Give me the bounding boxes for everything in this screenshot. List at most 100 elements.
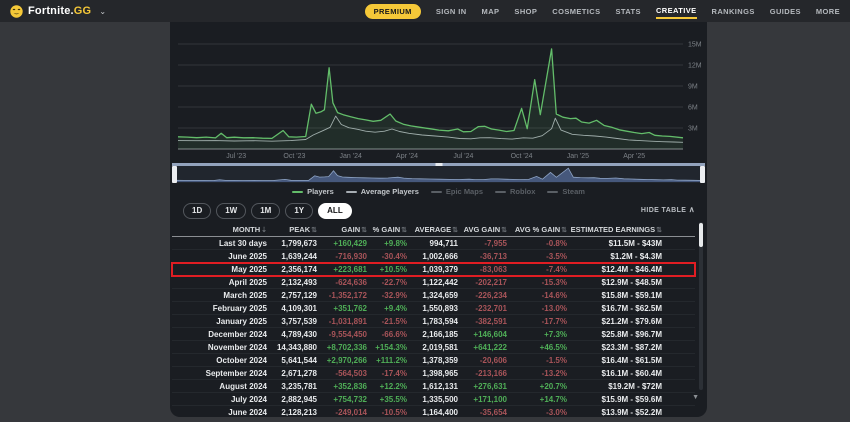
column-header-gain[interactable]: % GAIN⇅ xyxy=(367,225,407,234)
navigator-mini-chart xyxy=(172,166,705,183)
legend-item-roblox[interactable]: Roblox xyxy=(495,187,535,196)
cell-earnings: $25.8M - $96.7M xyxy=(567,330,662,339)
nav-item-cosmetics[interactable]: COSMETICS xyxy=(552,7,600,16)
table-row-january-2025[interactable]: January 20253,757,539-1,031,891-21.5%1,7… xyxy=(172,315,695,328)
column-header-gain[interactable]: GAIN⇅ xyxy=(317,225,367,234)
legend-item-epic-maps[interactable]: Epic Maps xyxy=(431,187,483,196)
table-row-june-2024[interactable]: June 20242,128,213-249,014-10.5%1,164,40… xyxy=(172,406,695,416)
cell-avg_gain: +171,100 xyxy=(458,395,507,404)
column-header-avg-gain[interactable]: AVG % GAIN⇅ xyxy=(507,225,567,234)
nav-item-shop[interactable]: SHOP xyxy=(514,7,537,16)
table-scrollbar-thumb[interactable] xyxy=(699,223,703,247)
cell-gain_pct: +35.5% xyxy=(367,395,407,404)
table-row-july-2024[interactable]: July 20242,882,945+754,732+35.5%1,335,50… xyxy=(172,393,695,406)
range-button-1d[interactable]: 1D xyxy=(183,203,211,219)
table-row-october-2024[interactable]: October 20245,641,544+2,970,266+111.2%1,… xyxy=(172,354,695,367)
table-row-august-2024[interactable]: August 20243,235,781+352,836+12.2%1,612,… xyxy=(172,380,695,393)
cell-average: 1,398,965 xyxy=(407,369,458,378)
cell-month: June 2024 xyxy=(192,408,267,417)
cell-average: 2,019,581 xyxy=(407,343,458,352)
column-header-estimated-earnings[interactable]: ESTIMATED EARNINGS⇅ xyxy=(567,225,662,234)
cell-gain_pct: -32.9% xyxy=(367,291,407,300)
x-axis-tick: Apr '25 xyxy=(623,153,645,160)
y-axis-tick: 3M xyxy=(688,126,698,133)
legend-dash-icon xyxy=(431,191,442,193)
cell-gain: -9,554,450 xyxy=(317,330,367,339)
range-button-all[interactable]: ALL xyxy=(318,203,352,219)
range-button-1w[interactable]: 1W xyxy=(216,203,246,219)
nav-item-map[interactable]: MAP xyxy=(482,7,500,16)
cell-avg_gain_pct: -0.8% xyxy=(507,239,567,248)
column-header-average[interactable]: AVERAGE⇅ xyxy=(407,225,458,234)
cell-avg_gain: +641,222 xyxy=(458,343,507,352)
cell-average: 2,166,185 xyxy=(407,330,458,339)
legend-item-steam[interactable]: Steam xyxy=(547,187,585,196)
legend-dash-icon xyxy=(495,191,506,193)
nav-item-guides[interactable]: GUIDES xyxy=(770,7,801,16)
cell-average: 1,335,500 xyxy=(407,395,458,404)
cell-gain_pct: +9.8% xyxy=(367,239,407,248)
table-row-february-2025[interactable]: February 20254,109,301+351,762+9.4%1,550… xyxy=(172,302,695,315)
table-row-september-2024[interactable]: September 20242,671,278-564,503-17.4%1,3… xyxy=(172,367,695,380)
cell-avg_gain_pct: -13.2% xyxy=(507,369,567,378)
hide-table-button[interactable]: HIDE TABLE ∧ xyxy=(641,205,695,214)
cell-month: April 2025 xyxy=(192,278,267,287)
chart-controls: 1D 1W 1M 1Y ALL HIDE TABLE ∧ xyxy=(183,200,695,218)
range-button-1m[interactable]: 1M xyxy=(251,203,280,219)
chart-range-navigator[interactable] xyxy=(172,163,705,183)
x-axis-tick: Oct '24 xyxy=(511,153,533,160)
nav-item-creative[interactable]: CREATIVE xyxy=(656,3,697,19)
cell-avg_gain_pct: -14.6% xyxy=(507,291,567,300)
cell-month: December 2024 xyxy=(192,330,267,339)
table-row-march-2025[interactable]: March 20252,757,129-1,352,172-32.9%1,324… xyxy=(172,289,695,302)
legend-item-players[interactable]: Players xyxy=(292,187,334,196)
column-label: PEAK xyxy=(289,225,310,234)
cell-earnings: $11.5M - $43M xyxy=(567,239,662,248)
column-header-month[interactable]: MONTH⇣ xyxy=(192,225,267,234)
table-row-last-30-days[interactable]: Last 30 days1,799,673+160,429+9.8%994,71… xyxy=(172,237,695,250)
table-row-december-2024[interactable]: December 20244,789,430-9,554,450-66.6%2,… xyxy=(172,328,695,341)
nav-item-sign-in[interactable]: SIGN IN xyxy=(436,7,467,16)
cell-gain: +2,970,266 xyxy=(317,356,367,365)
cell-avg_gain_pct: -3.5% xyxy=(507,252,567,261)
table-row-april-2025[interactable]: April 20252,132,493-624,636-22.7%1,122,4… xyxy=(172,276,695,289)
column-header-peak[interactable]: PEAK⇅ xyxy=(267,225,317,234)
brand-logo[interactable]: Fortnite.GG ⌄ xyxy=(10,5,106,18)
nav-menu: PREMIUM SIGN IN MAP SHOP COSMETICS STATS CREAT… xyxy=(365,3,840,19)
cell-gain_pct: +154.3% xyxy=(367,343,407,352)
table-body[interactable]: Last 30 days1,799,673+160,429+9.8%994,71… xyxy=(170,237,707,416)
cell-avg_gain: -36,713 xyxy=(458,252,507,261)
fortnitegg-smiley-icon xyxy=(10,5,23,18)
nav-item-more[interactable]: MORE xyxy=(816,7,840,16)
navigator-handle-left[interactable] xyxy=(172,166,177,183)
cell-peak: 1,799,673 xyxy=(267,239,317,248)
cell-average: 994,711 xyxy=(407,239,458,248)
legend-item-average-players[interactable]: Average Players xyxy=(346,187,419,196)
cell-gain: -1,031,891 xyxy=(317,317,367,326)
navigator-handle-right[interactable] xyxy=(700,166,705,183)
scroll-down-icon[interactable]: ▼ xyxy=(692,394,699,401)
cell-gain: -564,503 xyxy=(317,369,367,378)
cell-gain: +223,681 xyxy=(317,265,367,274)
cell-earnings: $1.2M - $4.3M xyxy=(567,252,662,261)
table-row-june-2025[interactable]: June 20251,639,244-716,930-30.4%1,002,66… xyxy=(172,250,695,263)
legend-dash-icon xyxy=(292,191,303,193)
player-count-chart[interactable]: 3M6M9M12M15MJul '23Oct '23Jan '24Apr '24… xyxy=(170,27,707,161)
table-row-may-2025[interactable]: May 20252,356,174+223,681+10.5%1,039,379… xyxy=(172,263,695,276)
column-label: GAIN xyxy=(341,225,360,234)
nav-item-rankings[interactable]: RANKINGS xyxy=(712,7,755,16)
table-scrollbar-track[interactable] xyxy=(699,222,703,390)
top-navbar: Fortnite.GG ⌄ PREMIUM SIGN IN MAP SHOP COSME… xyxy=(0,0,850,22)
range-buttons: 1D 1W 1M 1Y ALL xyxy=(183,200,357,219)
cell-gain_pct: +111.2% xyxy=(367,356,407,365)
cell-earnings: $12.9M - $48.5M xyxy=(567,278,662,287)
cell-average: 1,164,400 xyxy=(407,408,458,417)
column-header-avg-gain[interactable]: AVG GAIN⇅ xyxy=(458,225,507,234)
nav-item-premium[interactable]: PREMIUM xyxy=(365,4,421,19)
nav-item-stats[interactable]: STATS xyxy=(615,7,640,16)
table-row-november-2024[interactable]: November 202414,343,880+8,702,336+154.3%… xyxy=(172,341,695,354)
range-button-1y[interactable]: 1Y xyxy=(285,203,313,219)
cell-peak: 2,356,174 xyxy=(267,265,317,274)
chevron-down-icon[interactable]: ⌄ xyxy=(99,7,106,16)
cell-peak: 2,757,129 xyxy=(267,291,317,300)
